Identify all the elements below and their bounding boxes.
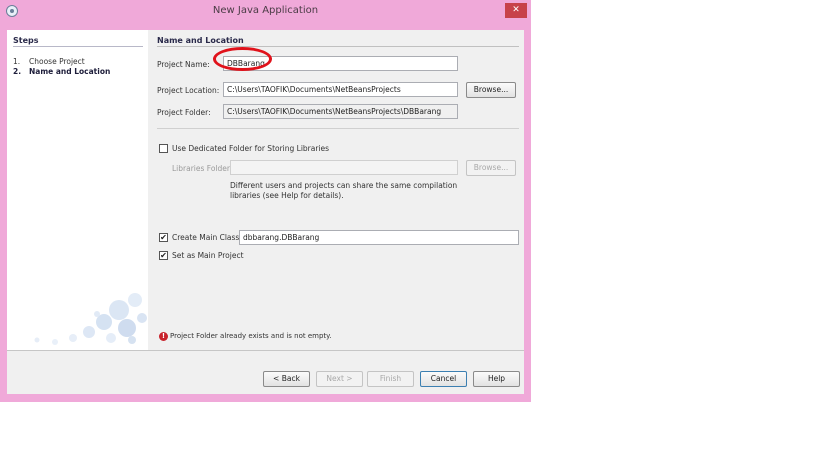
error-message: Project Folder already exists and is not… [170,332,332,340]
main-class-input[interactable]: dbbarang.DBBarang [239,230,519,245]
project-location-label: Project Location: [157,86,220,95]
project-folder-label: Project Folder: [157,108,211,117]
step-number: 2. [13,67,22,76]
dialog-client: Steps 1. Choose Project 2. Name and Locati… [7,30,524,394]
project-location-input[interactable]: C:\Users\TAOFIK\Documents\NetBeansProjec… [223,82,458,97]
dialog-window: New Java Application ✕ Steps 1. Choose Pr… [0,0,531,402]
step-number: 1. [13,57,21,66]
main-form-pane: Name and Location Project Name: DBBarang… [148,30,524,350]
cancel-button[interactable]: Cancel [420,371,467,387]
project-name-label: Project Name: [157,60,210,69]
help-button[interactable]: Help [473,371,520,387]
step-name-and-location: 2. Name and Location [13,67,110,76]
step-choose-project: 1. Choose Project [13,57,85,66]
browse-location-button[interactable]: Browse... [466,82,516,98]
window-title: New Java Application [212,5,319,16]
error-icon: ! [159,332,168,341]
divider [157,128,519,129]
libraries-note-line2: libraries (see Help for details). [230,191,344,200]
steps-pane: Steps 1. Choose Project 2. Name and Locati… [7,30,148,350]
dedicated-folder-label: Use Dedicated Folder for Storing Librari… [172,144,330,153]
steps-divider [13,46,143,47]
browse-libraries-button[interactable]: Browse... [466,160,516,176]
close-button[interactable]: ✕ [505,3,527,18]
create-main-class-label: Create Main Class [172,233,240,242]
dedicated-folder-checkbox[interactable] [159,144,168,153]
project-name-input[interactable]: DBBarang [223,56,458,71]
libraries-note-line1: Different users and projects can share t… [230,181,458,190]
steps-title: Steps [13,36,39,45]
decorative-bubbles-image [34,293,147,345]
step-label: Name and Location [29,67,111,76]
section-title: Name and Location [157,36,244,45]
finish-button[interactable]: Finish [367,371,414,387]
section-divider [157,46,519,47]
libraries-folder-input[interactable] [230,160,458,175]
set-main-project-label: Set as Main Project [172,251,244,260]
step-label: Choose Project [29,57,85,66]
libraries-folder-label: Libraries Folder: [172,164,233,173]
project-folder-field: C:\Users\TAOFIK\Documents\NetBeansProjec… [223,104,458,119]
create-main-class-checkbox[interactable]: ✔ [159,233,168,242]
button-bar-divider [7,350,524,351]
next-button[interactable]: Next > [316,371,363,387]
title-bar[interactable]: New Java Application ✕ [0,0,531,22]
back-button[interactable]: < Back [263,371,310,387]
set-main-project-checkbox[interactable]: ✔ [159,251,168,260]
